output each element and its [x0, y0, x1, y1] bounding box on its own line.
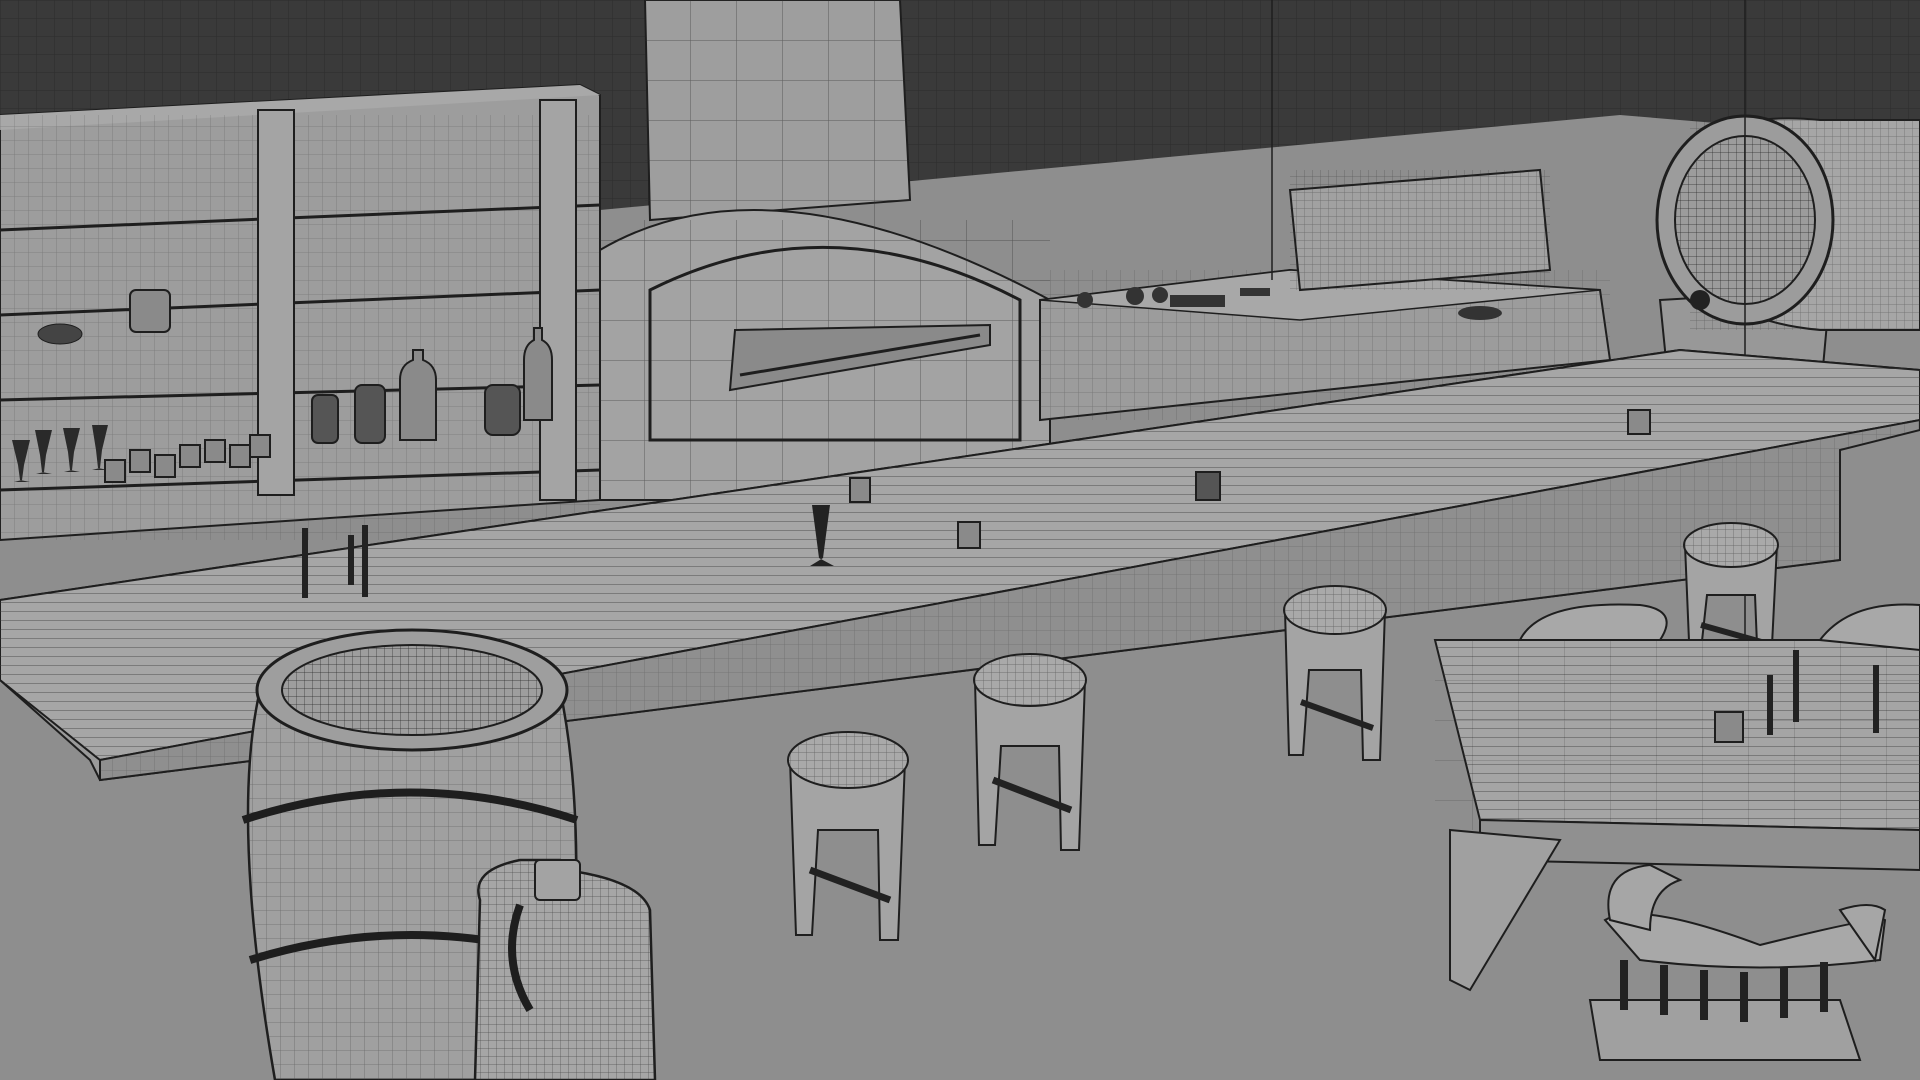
shelving-unit [0, 83, 601, 542]
3d-viewport[interactable] [0, 0, 1920, 1080]
viewport-canvas[interactable] [0, 0, 1920, 1080]
jug [473, 858, 657, 1080]
mug-on-shelf [129, 289, 171, 333]
mug-on-bar [849, 477, 871, 503]
